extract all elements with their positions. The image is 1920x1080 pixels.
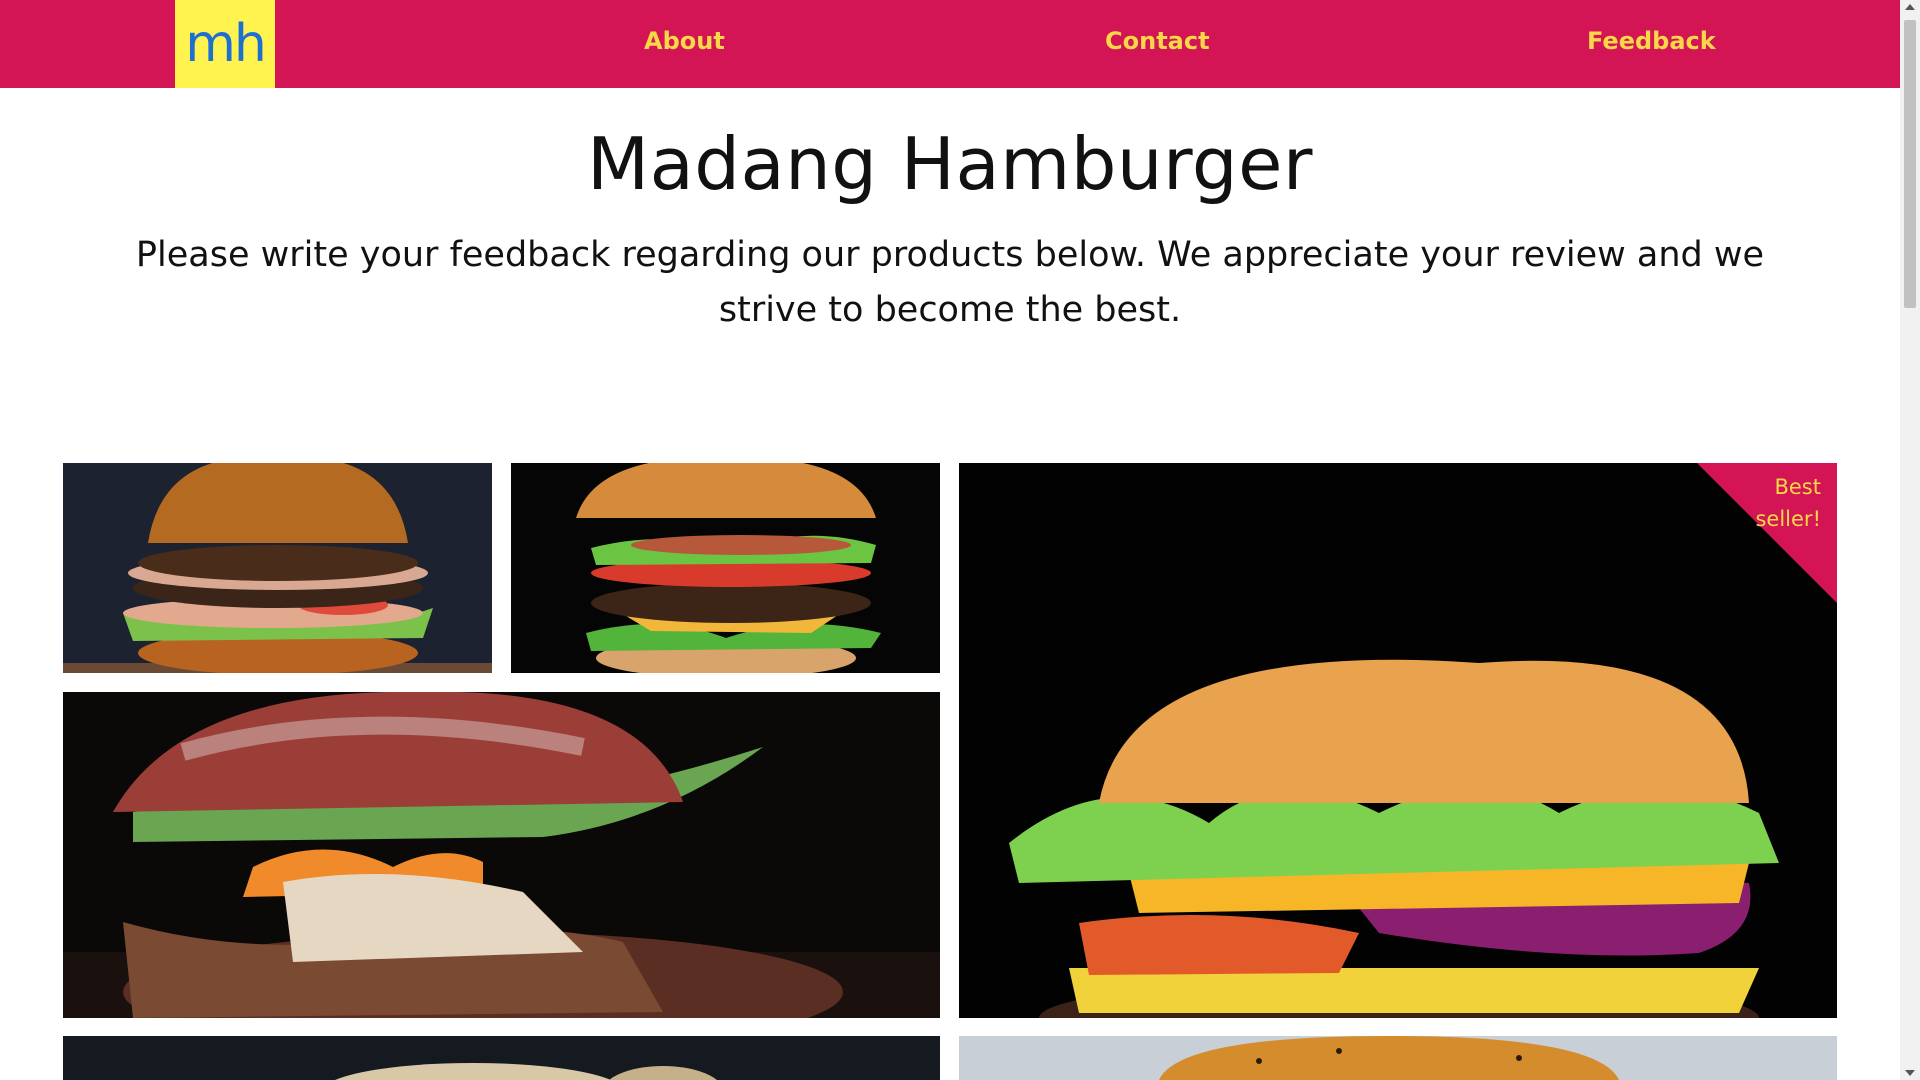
burger-image-2	[511, 463, 940, 673]
burger-image-3	[63, 692, 940, 1018]
scrollbar-thumb[interactable]	[1904, 20, 1916, 308]
burger-illustration-1	[63, 463, 492, 673]
nav-link-feedback[interactable]: Feedback	[1587, 27, 1716, 55]
burger-illustration-2	[511, 463, 940, 673]
logo-text: mh	[185, 14, 267, 74]
scroll-up-icon[interactable]	[1905, 4, 1915, 10]
top-navbar: mh About Contact Feedback	[0, 0, 1900, 88]
burger-image-1	[63, 463, 492, 673]
burger-image-bestseller: Best seller!	[959, 463, 1837, 1018]
site-logo[interactable]: mh	[175, 0, 275, 88]
page-subtitle: Please write your feedback regarding our…	[135, 235, 1765, 330]
burger-illustration-5	[959, 1036, 1837, 1080]
nav-link-contact[interactable]: Contact	[1105, 27, 1210, 55]
bestseller-badge: Best seller!	[1755, 475, 1821, 531]
page-title: Madang Hamburger	[587, 122, 1313, 206]
burger-image-5	[959, 1036, 1837, 1080]
nav-link-about[interactable]: About	[644, 27, 725, 55]
burger-illustration-4	[63, 1036, 940, 1080]
burger-image-4	[63, 1036, 940, 1080]
page-scrollbar[interactable]	[1900, 0, 1920, 1080]
scroll-down-icon[interactable]	[1905, 1070, 1915, 1076]
burger-illustration-3	[63, 692, 940, 1018]
burger-illustration-bestseller	[959, 463, 1837, 1018]
